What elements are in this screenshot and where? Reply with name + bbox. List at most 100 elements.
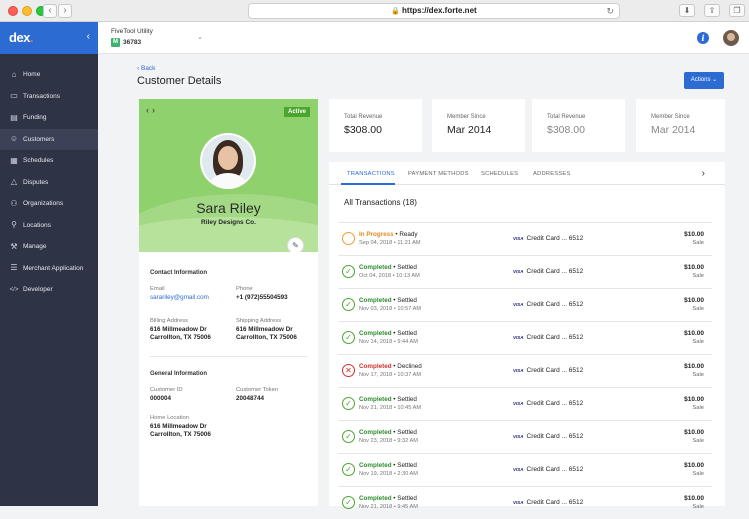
transaction-row[interactable]: ✓ Completed • Settled Nov 03, 2018 • 10:57…: [338, 288, 712, 321]
payment-method: VISA Credit Card ... 6512: [513, 367, 583, 374]
stat-value: $308.00: [547, 124, 585, 136]
stat-value: $308.00: [344, 124, 382, 136]
address-bar[interactable]: 🔒 https://dex.forte.net ↻: [248, 3, 620, 19]
sidebar-item-funding[interactable]: ▤ Funding: [0, 107, 98, 129]
chevron-down-icon: ⌄: [712, 77, 718, 83]
status-primary: Completed: [359, 429, 392, 436]
status-secondary: Declined: [397, 363, 422, 370]
merchant-selector[interactable]: FiveTool Utility M 36783: [111, 28, 153, 47]
status-secondary: Settled: [397, 264, 417, 271]
payment-method: VISA Credit Card ... 6512: [513, 334, 583, 341]
chevron-right-icon[interactable]: ›: [152, 105, 158, 115]
close-window-button[interactable]: [8, 6, 18, 16]
stat-label: Total Revenue: [547, 114, 586, 120]
email-value[interactable]: sarariley@gmail.com: [150, 294, 209, 302]
transaction-type: Sale: [692, 504, 704, 510]
home-icon: ⌂: [11, 69, 17, 79]
user-avatar[interactable]: [723, 30, 739, 46]
sidebar-item-disputes[interactable]: △ Disputes: [0, 172, 98, 194]
transaction-amount: $10.00: [684, 330, 704, 337]
bank-icon: ▤: [10, 112, 18, 122]
phone-value: +1 (972)55504593: [236, 294, 288, 301]
collapse-sidebar-icon[interactable]: ‹: [87, 31, 90, 42]
transaction-date: Nov 21, 2018 • 10:45 AM: [359, 405, 421, 411]
sidebar-item-merchant-application[interactable]: ☰ Merchant Application: [0, 258, 98, 280]
sidebar-item-schedules[interactable]: ▦ Schedules: [0, 150, 98, 172]
payment-method: VISA Credit Card ... 6512: [513, 268, 583, 275]
card-label: Credit Card ... 6512: [526, 466, 584, 473]
customer-token-label: Customer Token: [236, 387, 279, 393]
tab-transactions[interactable]: TRANSACTIONS: [347, 171, 395, 177]
transaction-row[interactable]: In Progress • Ready Sep 04, 2018 • 11:21 …: [338, 222, 712, 255]
download-icon[interactable]: ⬇: [679, 4, 695, 17]
sidebar-item-developer[interactable]: </> Developer: [0, 279, 98, 301]
sidebar: dex. ‹ ⌂ Home ▭ Transactions ▤ Funding ☺ Custom…: [0, 22, 98, 506]
page-title: Customer Details: [137, 75, 222, 87]
card-label: Credit Card ... 6512: [526, 268, 584, 275]
stat-card-member-since: Member Since Mar 2014: [432, 99, 525, 152]
status-secondary: Ready: [399, 231, 418, 238]
home-location-line-1: 616 Millmeadow Dr: [150, 423, 207, 430]
card-label: Credit Card ... 6512: [526, 235, 584, 242]
profile-prev-next[interactable]: ‹›: [146, 105, 158, 115]
customer-token-value: 20048744: [236, 395, 265, 402]
stat-card-total-revenue: Total Revenue $308.00: [329, 99, 422, 152]
dex-logo[interactable]: dex.: [9, 30, 34, 45]
transaction-row[interactable]: ✓ Completed • Settled Oct 04, 2018 • 10:13…: [338, 255, 712, 288]
customer-profile-card: ‹› Active Sara Riley Riley Designs Co.: [139, 99, 318, 252]
visa-card-icon: VISA: [513, 269, 524, 274]
customer-company: Riley Designs Co.: [201, 219, 256, 226]
sidebar-item-home[interactable]: ⌂ Home: [0, 64, 98, 86]
shipping-label: Shipping Address: [236, 318, 282, 324]
sidebar-item-label: Merchant Application: [23, 264, 84, 272]
back-link[interactable]: ‹ Back: [137, 65, 155, 72]
calendar-icon: ▦: [10, 155, 18, 165]
status-primary: Completed: [359, 297, 392, 304]
url-text: https://dex.forte.net: [402, 6, 477, 15]
actions-button[interactable]: Actions ⌄: [684, 72, 724, 89]
back-arrow-icon[interactable]: ‹: [43, 4, 57, 18]
tabs-icon[interactable]: ❐: [729, 4, 745, 17]
divider: [150, 356, 308, 357]
people-icon: ☺: [9, 134, 19, 144]
transaction-row[interactable]: ✓ Completed • Settled Nov 21, 2018 • 9:45 …: [338, 486, 712, 519]
chevron-down-icon[interactable]: ⌄: [197, 33, 203, 41]
contact-info-title: Contact Information: [150, 270, 207, 276]
share-icon[interactable]: ⇪: [704, 4, 720, 17]
declined-x-icon: ✕: [342, 364, 355, 377]
payment-method: VISA Credit Card ... 6512: [513, 235, 583, 242]
transaction-row[interactable]: ✓ Completed • Settled Nov 19, 2018 • 2:30 …: [338, 453, 712, 486]
customer-name: Sara Riley: [196, 200, 261, 216]
chevron-right-icon[interactable]: ›: [702, 168, 705, 179]
transaction-row[interactable]: ✕ Completed • Declined Nov 17, 2018 • 10:3…: [338, 354, 712, 387]
status-secondary: Settled: [397, 429, 417, 436]
gavel-icon: ⚒: [10, 241, 18, 251]
minimize-window-button[interactable]: [22, 6, 32, 16]
stat-label: Member Since: [651, 114, 690, 120]
transaction-type: Sale: [692, 273, 704, 279]
sidebar-item-locations[interactable]: ⚲ Locations: [0, 215, 98, 237]
form-icon: ☰: [10, 263, 18, 273]
phone-label: Phone: [236, 286, 253, 292]
sidebar-item-transactions[interactable]: ▭ Transactions: [0, 86, 98, 108]
tab-addresses[interactable]: ADDRESSES: [533, 171, 571, 177]
transaction-row[interactable]: ✓ Completed • Settled Nov 14, 2018 • 9:44 …: [338, 321, 712, 354]
merchant-id: 36783: [123, 39, 142, 46]
forward-arrow-icon[interactable]: ›: [58, 4, 72, 18]
reload-icon[interactable]: ↻: [606, 4, 614, 18]
payment-method: VISA Credit Card ... 6512: [513, 301, 583, 308]
transaction-amount: $10.00: [684, 231, 704, 238]
transaction-date: Nov 23, 2018 • 9:32 AM: [359, 438, 418, 444]
warning-icon: △: [10, 177, 18, 187]
sidebar-item-organizations[interactable]: ⚇ Organizations: [0, 193, 98, 215]
info-icon[interactable]: i: [697, 32, 709, 44]
transaction-status: Completed • Settled: [359, 462, 417, 469]
transaction-row[interactable]: ✓ Completed • Settled Nov 23, 2018 • 9:32 …: [338, 420, 712, 453]
transaction-row[interactable]: ✓ Completed • Settled Nov 21, 2018 • 10:45…: [338, 387, 712, 420]
transaction-amount: $10.00: [684, 297, 704, 304]
customer-details-panel: Contact Information Email sarariley@gmai…: [139, 252, 318, 506]
tab-schedules[interactable]: SCHEDULES: [481, 171, 518, 177]
sidebar-item-manage[interactable]: ⚒ Manage: [0, 236, 98, 258]
tab-payment-methods[interactable]: PAYMENT METHODS: [408, 171, 469, 177]
sidebar-item-customers[interactable]: ☺ Customers: [0, 128, 98, 150]
